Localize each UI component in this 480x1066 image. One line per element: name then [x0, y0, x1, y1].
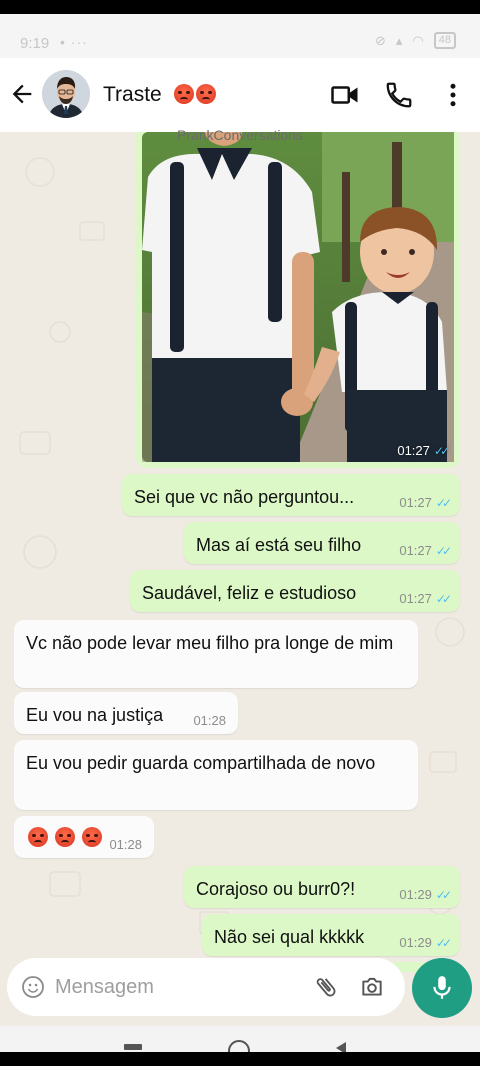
message-time: 01:28 — [109, 837, 142, 852]
system-nav-bar — [0, 1026, 480, 1054]
message-text: Eu vou pedir guarda compartilhada de nov… — [26, 753, 376, 773]
message-time: 01:27 ✓✓ — [399, 543, 452, 558]
message-time: 01:29 ✓✓ — [399, 887, 452, 902]
contact-name-text: Traste — [103, 83, 162, 106]
message-time: 01:27 ✓✓ — [397, 443, 450, 458]
time-text: 01:29 — [399, 935, 432, 950]
read-ticks-icon: ✓✓ — [433, 444, 450, 458]
bottom-bezel — [0, 1052, 480, 1066]
status-bar: 9:19 • ··· ⊘ ▴ ◠ 48 — [0, 14, 480, 58]
message-bubble-outgoing[interactable]: Não sei qual kkkkk 01:29 ✓✓ — [202, 914, 460, 956]
message-time: 01:27 ✓✓ — [399, 495, 452, 510]
message-bubble-outgoing[interactable]: Sei que vc não perguntou... 01:27 ✓✓ — [122, 474, 460, 516]
angry-emoji-icon — [55, 827, 76, 847]
time-text: 01:27 — [399, 543, 432, 558]
camera-icon[interactable] — [359, 974, 385, 1000]
message-time: 01:27 ✓✓ — [399, 591, 452, 606]
shared-photo — [142, 132, 454, 462]
message-input[interactable]: Mensagem — [55, 976, 154, 999]
phone-icon[interactable] — [384, 80, 414, 110]
contact-photo-icon — [42, 70, 90, 118]
angry-emoji-icon — [173, 84, 194, 104]
message-list[interactable]: 01:27 ✓✓ Sei que vc não perguntou... 01:2… — [0, 132, 480, 972]
image-message[interactable]: 01:27 ✓✓ — [136, 132, 460, 468]
chat-header: Traste — [0, 58, 480, 132]
time-text: 01:27 — [397, 443, 430, 458]
message-time: 01:29 ✓✓ — [399, 935, 452, 950]
battery-icon: 48 — [433, 32, 456, 49]
mic-button[interactable] — [412, 958, 472, 1018]
message-bubble-incoming[interactable]: Eu vou na justiça 01:28 — [14, 692, 238, 734]
message-composer[interactable]: Mensagem — [7, 958, 405, 1016]
notification-icons: • ··· — [60, 34, 88, 50]
data-saver-icon: ⊘ — [374, 32, 386, 48]
message-bubble-incoming[interactable]: Vc não pode levar meu filho pra longe de… — [14, 620, 418, 688]
angry-emoji-icon — [28, 827, 48, 847]
emoji-icon[interactable] — [21, 975, 45, 999]
read-ticks-icon: ✓✓ — [435, 936, 452, 950]
message-bubble-incoming[interactable]: Eu vou pedir guarda compartilhada de nov… — [14, 740, 418, 810]
avatar[interactable] — [42, 70, 90, 118]
contact-name[interactable]: Traste — [103, 83, 216, 107]
top-bezel — [0, 0, 480, 14]
read-ticks-icon: ✓✓ — [435, 592, 452, 606]
angry-emoji-icon — [195, 84, 216, 104]
message-text: Saudável, feliz e estudioso — [142, 583, 357, 603]
more-vert-icon[interactable] — [438, 80, 468, 110]
signal-icon: ▴ — [395, 32, 403, 48]
read-ticks-icon: ✓✓ — [435, 544, 452, 558]
message-text: Vc não pode levar meu filho pra longe de… — [26, 633, 394, 653]
message-text: Corajoso ou burr0?! — [196, 879, 356, 899]
mic-icon — [433, 976, 451, 999]
watermark: PrankConversations — [176, 127, 304, 143]
attach-icon[interactable] — [313, 974, 339, 1000]
message-bubble-outgoing[interactable]: Corajoso ou burr0?! 01:29 ✓✓ — [184, 866, 460, 908]
message-text: Mas aí está seu filho — [196, 535, 362, 555]
time-text: 01:27 — [399, 591, 432, 606]
video-call-icon[interactable] — [330, 80, 360, 110]
message-text: Sei que vc não perguntou... — [134, 487, 355, 507]
read-ticks-icon: ✓✓ — [435, 888, 452, 902]
time-text: 01:27 — [399, 495, 432, 510]
message-text: Não sei qual kkkkk — [214, 927, 365, 947]
message-bubble-outgoing[interactable]: Mas aí está seu filho 01:27 ✓✓ — [184, 522, 460, 564]
message-bubble-outgoing[interactable]: Saudável, feliz e estudioso 01:27 ✓✓ — [130, 570, 460, 612]
message-text: Eu vou na justiça — [26, 705, 164, 725]
recents-nav-icon[interactable] — [124, 1044, 142, 1050]
read-ticks-icon: ✓✓ — [435, 496, 452, 510]
back-arrow-icon[interactable] — [8, 80, 36, 108]
angry-emoji-row — [26, 827, 103, 849]
message-time: 01:28 — [193, 713, 226, 728]
time-text: 01:29 — [399, 887, 432, 902]
status-time: 9:19 — [20, 35, 50, 52]
wifi-icon: ◠ — [412, 32, 424, 48]
message-bubble-incoming[interactable]: 01:28 — [14, 816, 154, 858]
status-right: ⊘ ▴ ◠ 48 — [375, 32, 456, 49]
whatsapp-chat-screen: 9:19 • ··· ⊘ ▴ ◠ 48 Traste PrankConversa… — [0, 14, 480, 1054]
angry-emoji-icon — [82, 827, 103, 847]
